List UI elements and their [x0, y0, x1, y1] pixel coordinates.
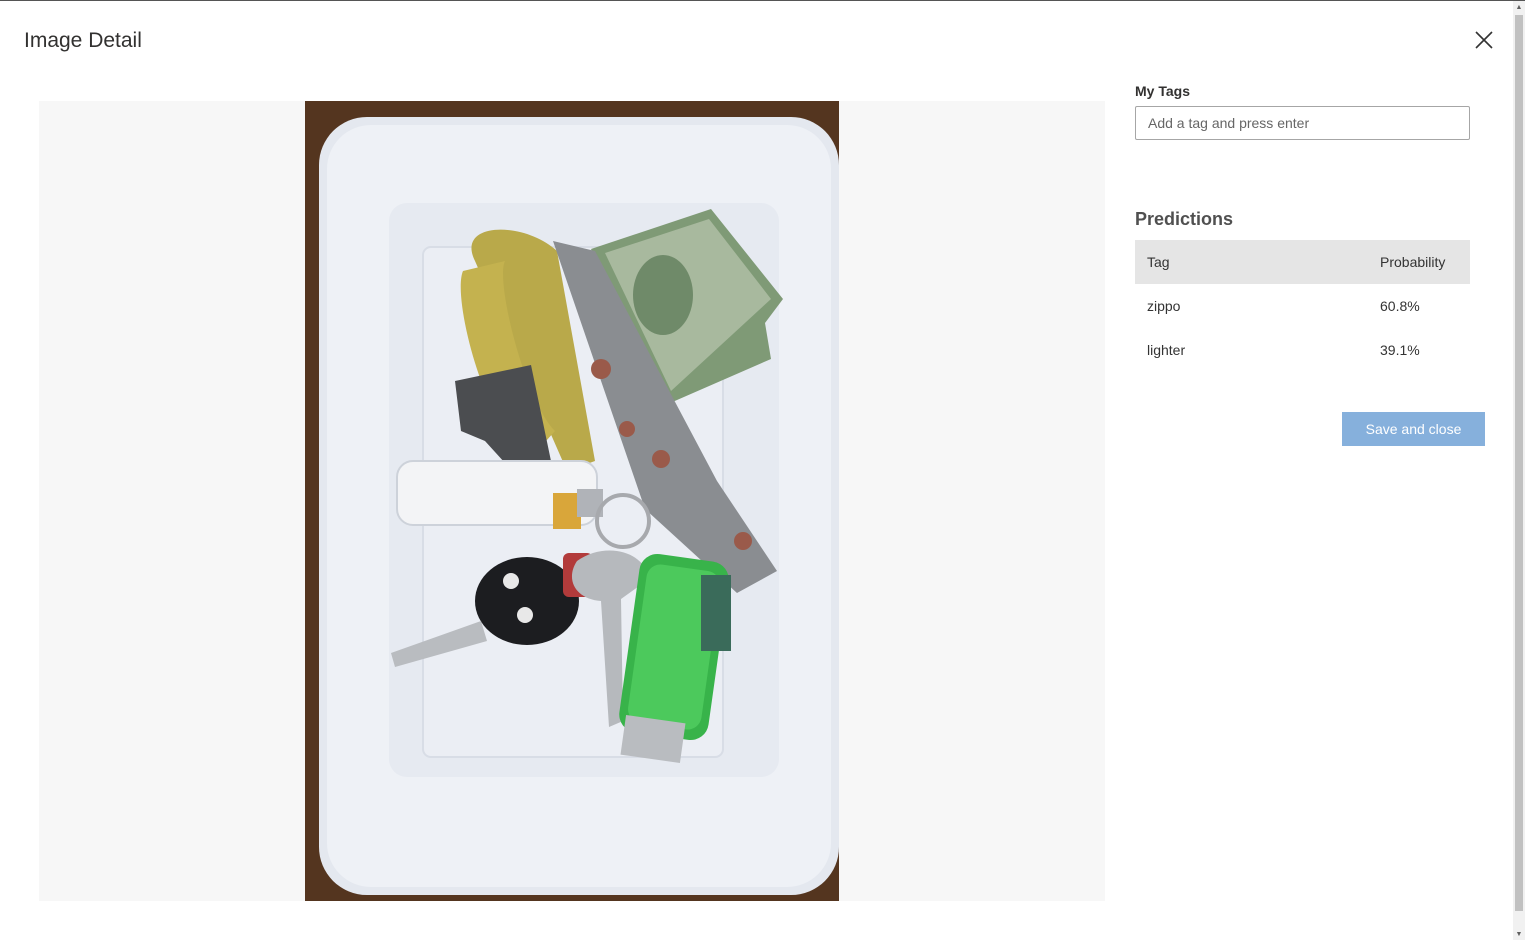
detail-photo	[305, 101, 839, 901]
scroll-up-icon[interactable]: ▲	[1513, 1, 1525, 13]
column-header-probability: Probability	[1380, 254, 1446, 270]
table-row: zippo 60.8%	[1135, 284, 1470, 328]
close-icon	[1475, 31, 1493, 49]
prediction-tag: zippo	[1147, 298, 1181, 314]
vertical-scrollbar[interactable]: ▲ ▼	[1513, 1, 1525, 940]
table-header: Tag Probability	[1135, 240, 1470, 284]
prediction-probability: 60.8%	[1380, 298, 1420, 314]
close-button[interactable]	[1470, 26, 1498, 54]
my-tags-label: My Tags	[1135, 83, 1190, 99]
scroll-down-icon[interactable]: ▼	[1513, 928, 1525, 940]
predictions-title: Predictions	[1135, 209, 1234, 229]
side-panel: My Tags Predictions Tag Probability zipp…	[1135, 81, 1485, 446]
prediction-probability: 39.1%	[1380, 342, 1420, 358]
tag-input[interactable]	[1135, 106, 1470, 140]
image-detail-dialog: Image Detail My Tags Add a tag and press…	[0, 1, 1513, 940]
predictions-table: Tag Probability zippo 60.8% lighter 39.1…	[1135, 240, 1470, 372]
dialog-title: Image Detail	[24, 29, 142, 52]
save-and-close-button[interactable]: Save and close	[1342, 412, 1485, 446]
table-row: lighter 39.1%	[1135, 328, 1470, 372]
scroll-thumb[interactable]	[1515, 15, 1523, 911]
column-header-tag: Tag	[1147, 254, 1170, 270]
image-viewer	[39, 101, 1105, 901]
prediction-tag: lighter	[1147, 342, 1186, 358]
